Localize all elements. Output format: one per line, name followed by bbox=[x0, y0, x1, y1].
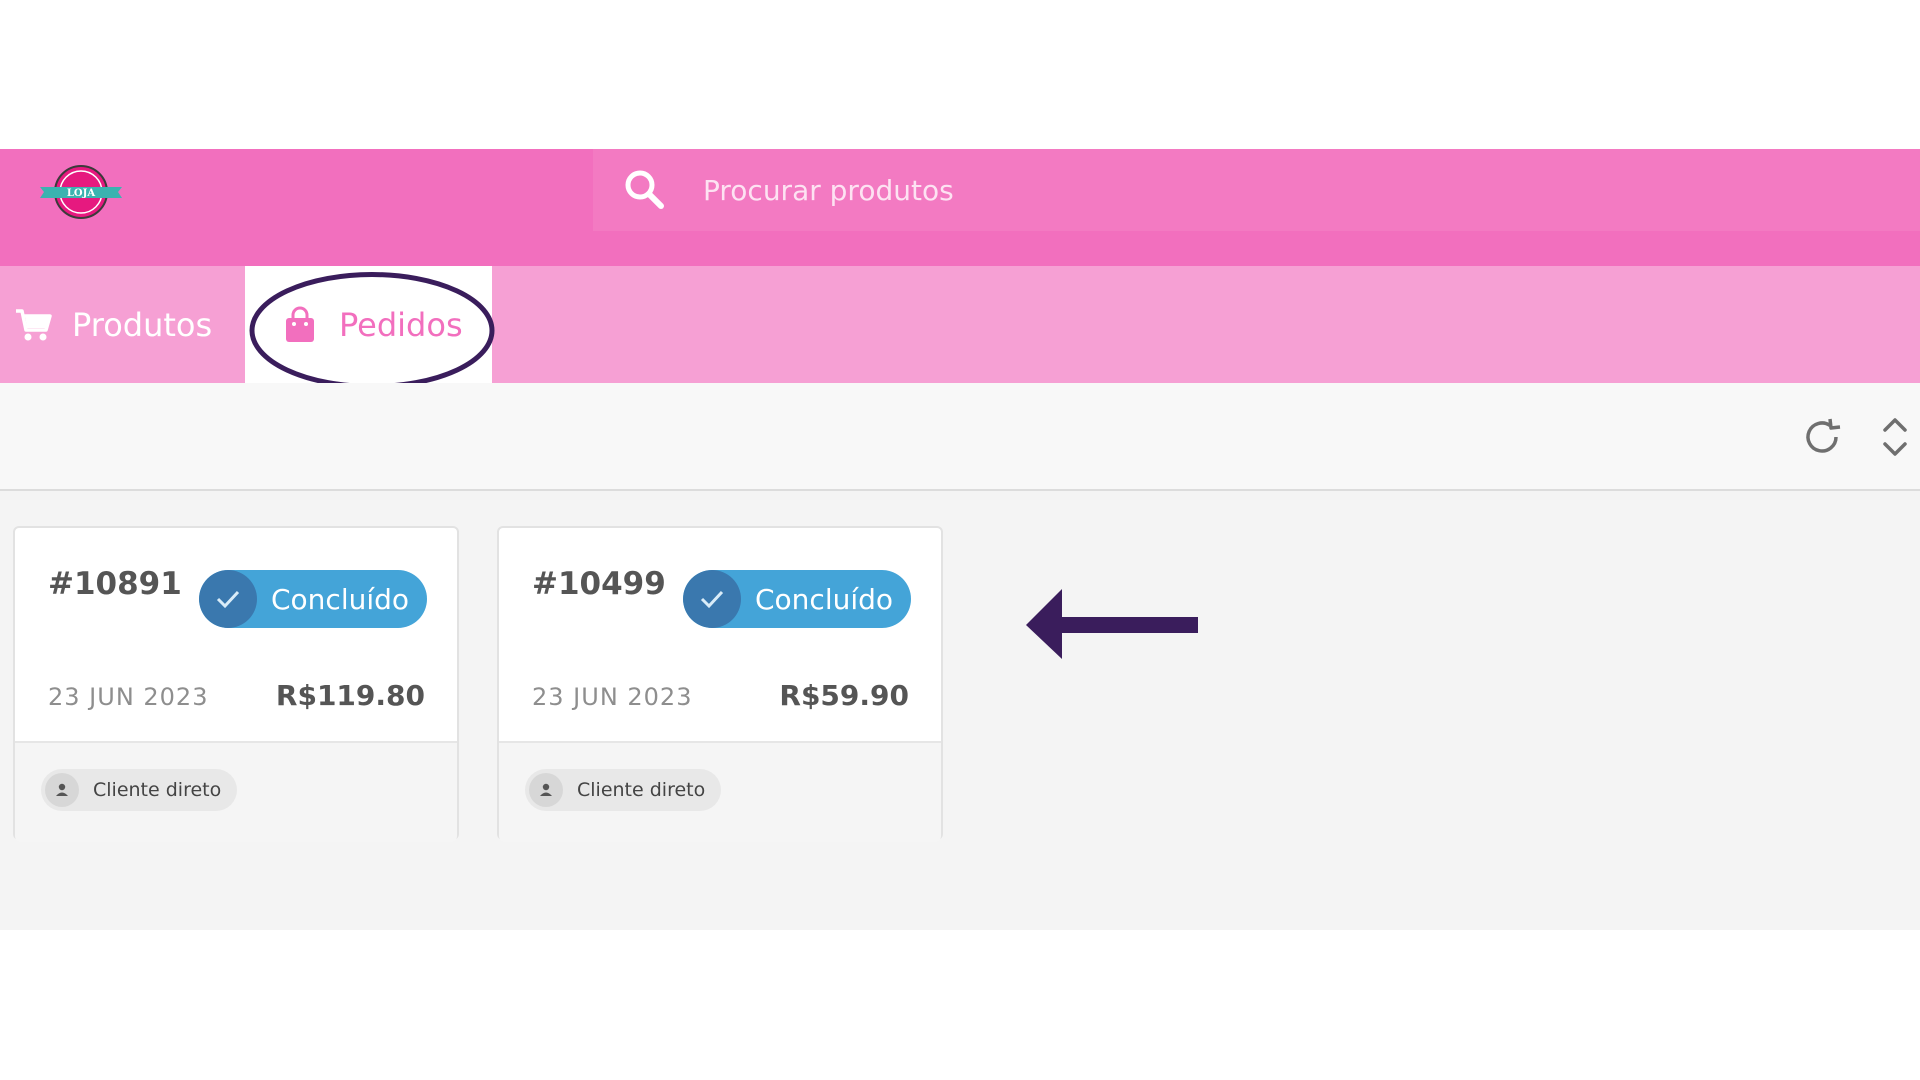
order-id: #10891 bbox=[48, 566, 182, 602]
order-id: #10499 bbox=[532, 566, 666, 602]
order-card-footer: Cliente direto bbox=[499, 741, 941, 842]
status-label: Concluído bbox=[271, 582, 410, 616]
tab-produtos[interactable]: Produtos bbox=[0, 266, 245, 383]
check-icon bbox=[199, 570, 257, 628]
tab-produtos-label: Produtos bbox=[72, 305, 213, 344]
order-total: R$59.90 bbox=[779, 679, 909, 712]
sort-icon[interactable] bbox=[1878, 413, 1912, 461]
customer-label: Cliente direto bbox=[577, 779, 706, 801]
svg-text:LOJA: LOJA bbox=[67, 188, 95, 199]
check-icon bbox=[683, 570, 741, 628]
customer-chip[interactable]: Cliente direto bbox=[41, 769, 238, 811]
orders-list: #10891 Concluído 23 JUN 2023 R$119.80 Cl… bbox=[0, 491, 1920, 930]
logo-emblem-icon: LOJA bbox=[40, 165, 122, 219]
order-card[interactable]: #10891 Concluído 23 JUN 2023 R$119.80 Cl… bbox=[13, 526, 459, 842]
order-date: 23 JUN 2023 bbox=[48, 683, 209, 711]
order-card-body: #10891 Concluído 23 JUN 2023 R$119.80 bbox=[15, 528, 457, 741]
shopping-bag-icon bbox=[286, 306, 314, 342]
customer-chip[interactable]: Cliente direto bbox=[525, 769, 722, 811]
status-label: Concluído bbox=[755, 582, 894, 616]
person-icon bbox=[45, 773, 79, 807]
tab-pedidos[interactable]: Pedidos bbox=[245, 266, 492, 383]
store-logo[interactable]: LOJA bbox=[38, 163, 124, 221]
search-icon[interactable] bbox=[623, 168, 665, 210]
order-card-body: #10499 Concluído 23 JUN 2023 R$59.90 bbox=[499, 528, 941, 741]
order-total: R$119.80 bbox=[275, 679, 425, 712]
tab-pedidos-label: Pedidos bbox=[339, 305, 463, 344]
order-date: 23 JUN 2023 bbox=[532, 683, 693, 711]
cart-icon bbox=[16, 308, 52, 340]
tab-bar: Produtos Pedidos bbox=[0, 266, 1920, 383]
person-icon bbox=[529, 773, 563, 807]
customer-label: Cliente direto bbox=[93, 779, 222, 801]
order-card[interactable]: #10499 Concluído 23 JUN 2023 R$59.90 Cli… bbox=[497, 526, 943, 842]
list-toolbar bbox=[0, 383, 1920, 491]
refresh-icon[interactable] bbox=[1800, 415, 1844, 459]
order-card-footer: Cliente direto bbox=[15, 741, 457, 842]
search-input[interactable] bbox=[703, 149, 1603, 231]
status-badge: Concluído bbox=[683, 570, 911, 628]
search-bar[interactable] bbox=[593, 149, 1920, 231]
status-badge: Concluído bbox=[199, 570, 427, 628]
